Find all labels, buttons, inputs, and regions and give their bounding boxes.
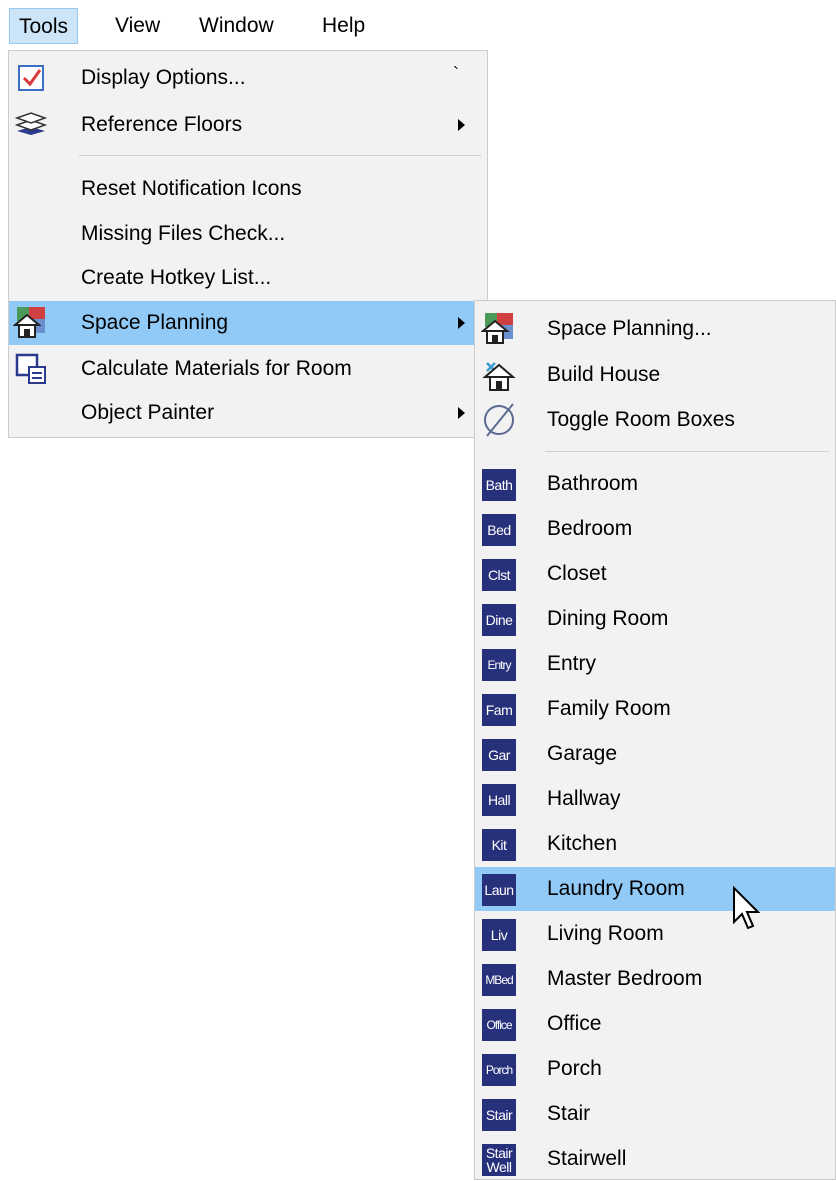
menu-item-reference-floors[interactable]: Reference Floors [9,103,487,147]
menu-item-label: Hallway [547,787,621,810]
menu-item-master-bedroom[interactable]: MBed Master Bedroom [475,957,835,1001]
menu-separator [79,155,481,156]
menu-item-garage[interactable]: Gar Garage [475,732,835,776]
menu-item-label: Stair [547,1102,591,1125]
menu-item-stair[interactable]: Stair Stair [475,1092,835,1136]
menu-item-stairwell[interactable]: Stair Well Stairwell [475,1137,835,1181]
menu-item-label: Bathroom [547,472,639,495]
room-badge-icon: Fam [482,694,516,726]
mouse-cursor-icon [733,886,761,930]
submenu-arrow-icon [458,407,465,419]
menu-item-label: Closet [547,562,607,585]
room-badge-icon: Kit [482,829,516,861]
menu-item-label: Create Hotkey List... [81,266,272,289]
menu-item-closet[interactable]: Clst Closet [475,552,835,596]
build-house-icon [482,362,516,391]
menu-item-label: Master Bedroom [547,967,703,990]
menu-item-label: Living Room [547,922,664,945]
room-badge-icon: Liv [482,919,516,951]
toggle-room-boxes-icon [484,403,514,437]
layers-icon [14,112,48,135]
menu-view[interactable]: View [106,8,169,44]
menu-item-space-planning-dialog[interactable]: Space Planning... [475,307,835,351]
space-planning-icon [481,313,513,344]
checkbox-icon [18,65,44,91]
menu-item-living-room[interactable]: Liv Living Room [475,912,835,956]
menu-item-calculate-materials[interactable]: Calculate Materials for Room [9,347,487,391]
menu-item-label: Laundry Room [547,877,685,900]
menu-item-reset-notification-icons[interactable]: Reset Notification Icons [9,167,487,211]
menu-item-label: Reset Notification Icons [81,177,302,200]
badge-line: Well [486,1159,512,1175]
menu-item-label: Space Planning [81,311,229,334]
menu-item-label: Object Painter [81,401,215,424]
menu-item-bedroom[interactable]: Bed Bedroom [475,507,835,551]
menu-item-office[interactable]: Office Office [475,1002,835,1046]
submenu-arrow-icon [458,317,465,329]
submenu-arrow-icon [458,119,465,131]
space-planning-icon [13,307,45,338]
menu-item-dining-room[interactable]: Dine Dining Room [475,597,835,641]
menu-item-label: Entry [547,652,597,675]
room-badge-icon: MBed [482,964,516,996]
menu-item-porch[interactable]: Porch Porch [475,1047,835,1091]
menu-item-label: Stairwell [547,1147,627,1170]
room-badge-icon: Bath [482,469,516,501]
room-badge-icon: Dine [482,604,516,636]
menu-item-kitchen[interactable]: Kit Kitchen [475,822,835,866]
menu-item-label: Build House [547,363,661,386]
menu-item-hallway[interactable]: Hall Hallway [475,777,835,821]
menu-item-label: Display Options... [81,66,246,89]
menu-tools[interactable]: Tools [9,8,79,44]
menu-item-bathroom[interactable]: Bath Bathroom [475,462,835,506]
menu-item-label: Missing Files Check... [81,222,286,245]
menu-item-family-room[interactable]: Fam Family Room [475,687,835,731]
menu-item-label: Reference Floors [81,113,243,136]
room-badge-icon: Entry [482,649,516,681]
shortcut-label: ` [453,64,459,84]
room-badge-icon: Hall [482,784,516,816]
menu-item-label: Office [547,1012,602,1035]
menu-item-label: Calculate Materials for Room [81,357,352,380]
menu-item-laundry-room[interactable]: Laun Laundry Room [475,867,835,911]
tools-dropdown-menu: Display Options... ` Reference Floors Re… [8,50,488,438]
menu-item-label: Bedroom [547,517,633,540]
room-badge-icon: Gar [482,739,516,771]
menu-bar: Tools View Window Help [0,0,836,48]
menu-item-display-options[interactable]: Display Options... ` [9,56,487,100]
calculate-materials-icon [15,353,46,384]
menu-item-label: Family Room [547,697,671,720]
menu-item-label: Porch [547,1057,602,1080]
menu-help[interactable]: Help [313,8,374,44]
room-badge-icon: Office [482,1009,516,1041]
menu-item-toggle-room-boxes[interactable]: Toggle Room Boxes [475,398,835,442]
menu-item-entry[interactable]: Entry Entry [475,642,835,686]
room-badge-icon: Stair [482,1099,516,1131]
menu-item-object-painter[interactable]: Object Painter [9,391,487,435]
menu-separator [545,451,829,452]
menu-item-label: Kitchen [547,832,618,855]
menu-item-label: Space Planning... [547,317,712,340]
menu-item-missing-files-check[interactable]: Missing Files Check... [9,212,487,256]
menu-item-label: Dining Room [547,607,669,630]
room-badge-icon: Bed [482,514,516,546]
menu-item-space-planning[interactable]: Space Planning [9,301,487,345]
menu-item-label: Toggle Room Boxes [547,408,735,431]
room-badge-icon: Stair Well [482,1144,516,1176]
menu-item-label: Garage [547,742,618,765]
room-badge-icon: Clst [482,559,516,591]
room-badge-icon: Porch [482,1054,516,1086]
menu-window[interactable]: Window [190,8,283,44]
menu-item-create-hotkey-list[interactable]: Create Hotkey List... [9,256,487,300]
room-badge-icon: Laun [482,874,516,906]
space-planning-submenu: Space Planning... Build House Toggle Roo… [474,300,836,1180]
menu-item-build-house[interactable]: Build House [475,353,835,397]
